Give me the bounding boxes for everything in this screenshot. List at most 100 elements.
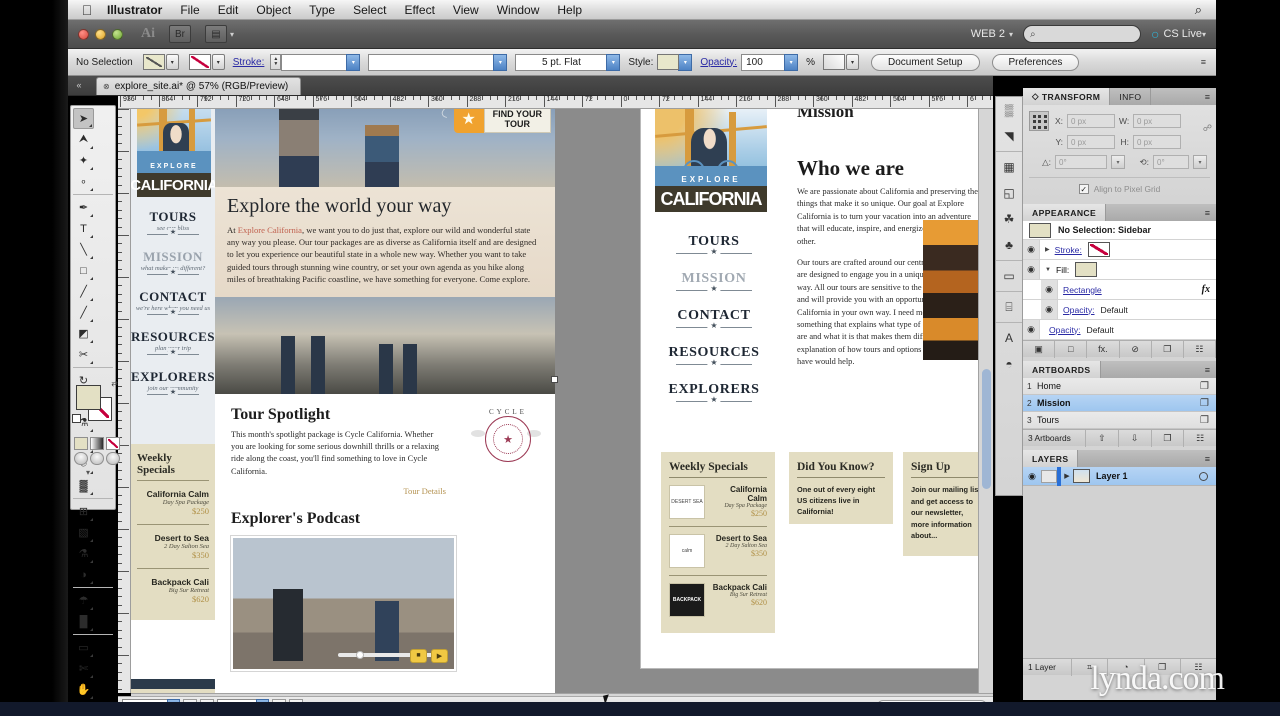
w-input[interactable]: 0 px <box>1133 114 1181 128</box>
layer-visibility-eye-icon[interactable]: ◉ <box>1023 471 1041 482</box>
artboard-page-icon[interactable]: ❐ <box>1200 415 1209 426</box>
gradient-tool[interactable]: ▧ <box>73 522 94 543</box>
nav-item-contact[interactable]: CONTACT we're here when you need us <box>131 289 215 315</box>
nav-item-mission[interactable]: MISSION <box>655 271 773 291</box>
cs-live-label[interactable]: CS Live <box>1163 28 1202 40</box>
home-special-item[interactable]: Desert to Sea 2 Day Salton Sea $350 <box>137 525 209 569</box>
symbols-icon[interactable]: ◱ <box>996 180 1022 206</box>
selection-handle[interactable] <box>551 376 558 383</box>
fill-attribute-swatch[interactable] <box>1075 262 1098 277</box>
graphic-styles-icon[interactable]: ◓ <box>996 351 1022 377</box>
visibility-eye-icon[interactable]: ◉ <box>1023 240 1040 259</box>
opacity-label[interactable]: Opacity: <box>1040 325 1081 335</box>
vertical-ruler[interactable] <box>118 109 131 693</box>
clubs-icon[interactable]: ♣ <box>996 232 1022 258</box>
symbol-sprayer-tool[interactable]: ☂ <box>73 590 94 611</box>
tab-appearance[interactable]: APPEARANCE <box>1023 204 1107 221</box>
mission-special-item[interactable]: DESERT SEA California Calm Day Spa Packa… <box>669 478 767 527</box>
mission-special-item[interactable]: calm Desert to Sea 2 Day Salton Sea $350 <box>669 527 767 576</box>
stroke-weight-input[interactable] <box>281 53 348 71</box>
visibility-eye-icon[interactable]: ◉ <box>1023 320 1040 339</box>
swatches-icon[interactable]: ▦ <box>996 154 1022 180</box>
artboard-name[interactable]: Home <box>1037 381 1061 391</box>
visibility-eye-icon[interactable]: ◉ <box>1023 260 1040 279</box>
menu-item-effect[interactable]: Effect <box>395 0 443 20</box>
rectangle-tool[interactable]: □ <box>73 260 94 281</box>
fill-chevron-down-icon[interactable]: ▾ <box>165 54 179 70</box>
gradient-button[interactable] <box>90 437 104 450</box>
tab-artboards[interactable]: ARTBOARDS <box>1023 361 1101 378</box>
direct-selection-tool[interactable]: ⮝ <box>73 129 94 150</box>
stroke-weight-stepper[interactable]: ▲ ▼ <box>270 54 282 70</box>
y-input[interactable]: 0 px <box>1067 135 1115 149</box>
reference-point-selector[interactable] <box>1029 111 1049 131</box>
stroke-weight-dropdown-icon[interactable]: ▾ <box>346 53 361 71</box>
arrange-chevron-down-icon[interactable]: ▾ <box>230 30 234 39</box>
appearance-panel-menu-icon[interactable]: ≡ <box>1205 204 1216 221</box>
workspace-switcher-label[interactable]: WEB 2 <box>971 28 1005 40</box>
workspace-chevron-down-icon[interactable]: ▾ <box>1009 30 1013 39</box>
default-fill-stroke-icon[interactable] <box>72 414 81 423</box>
artboard-tool[interactable]: ▭ <box>73 637 94 658</box>
stroke-swatch[interactable] <box>188 54 211 70</box>
tab-info[interactable]: INFO <box>1110 88 1152 105</box>
line-segment-tool[interactable]: ╲ <box>73 239 94 260</box>
fill-color-box[interactable] <box>76 385 101 410</box>
nav-item-mission[interactable]: MISSION what makes us different? <box>131 249 215 275</box>
artboard-page-icon[interactable]: ❐ <box>1200 381 1209 392</box>
perspective-grid-tool[interactable]: ▓ <box>73 475 94 496</box>
video-play-button[interactable]: ▶ <box>431 648 448 663</box>
spotlight-search-icon[interactable]: ⌕ <box>1195 2 1202 18</box>
stroke-profile-dropdown-icon[interactable]: ▾ <box>493 53 508 71</box>
new-artboard-button[interactable]: ❐ <box>1150 429 1184 447</box>
h-input[interactable]: 0 px <box>1133 135 1181 149</box>
nav-item-tours[interactable]: TOURS see our bliss <box>131 209 215 235</box>
fullscreen-mode-button[interactable] <box>106 452 120 465</box>
graphic-style-dropdown-icon[interactable]: ▾ <box>678 53 693 71</box>
arrange-documents-button[interactable]: ▤ <box>205 25 227 43</box>
align-icon[interactable]: ⌸ <box>996 294 1022 320</box>
column-graph-tool[interactable]: █ <box>73 611 94 632</box>
magic-wand-tool[interactable]: ✦ <box>73 150 94 171</box>
rotate-angle-input[interactable]: 0° <box>1055 155 1107 169</box>
close-icon[interactable]: ⊗ <box>103 82 110 91</box>
minimize-window-button[interactable] <box>95 28 106 40</box>
menu-item-illustrator[interactable]: Illustrator <box>98 0 171 20</box>
gradient-icon[interactable]: ◥ <box>996 123 1022 149</box>
artboard-name[interactable]: Mission <box>1037 398 1071 408</box>
canvas-vertical-scrollbar[interactable] <box>978 109 993 693</box>
stroke-chevron-down-icon[interactable]: ▾ <box>211 54 225 70</box>
menu-item-type[interactable]: Type <box>300 0 344 20</box>
color-button[interactable] <box>74 437 88 450</box>
layer-expand-triangle-icon[interactable]: ▶ <box>1061 472 1073 480</box>
gradient-panel-icon[interactable]: ▭ <box>996 263 1022 289</box>
opacity-input[interactable]: 100 <box>741 53 786 71</box>
x-input[interactable]: 0 px <box>1067 114 1115 128</box>
none-button[interactable] <box>106 437 120 450</box>
opacity-nested-label[interactable]: Opacity: <box>1058 305 1095 315</box>
selection-tool[interactable]: ➤ <box>73 108 94 129</box>
transparency-chevron-down-icon[interactable]: ▾ <box>846 54 859 70</box>
appearance-target-swatch[interactable] <box>1029 222 1051 238</box>
layer-name[interactable]: Layer 1 <box>1090 471 1128 481</box>
stroke-attribute-label[interactable]: Stroke: <box>1050 245 1082 255</box>
graphic-style-swatch[interactable] <box>657 54 680 70</box>
scissors-tool[interactable]: ✂ <box>73 344 94 365</box>
home-special-item[interactable]: California Calm Day Spa Package $250 <box>137 481 209 525</box>
pen-tool[interactable]: ✒ <box>73 197 94 218</box>
menu-item-select[interactable]: Select <box>344 0 395 20</box>
podcast-video-player[interactable]: ■ ▶ <box>230 534 457 672</box>
opacity-label[interactable]: Opacity: <box>700 57 737 68</box>
lock-proportions-icon[interactable]: ☍ <box>1203 123 1212 134</box>
brush-definition-input[interactable]: 5 pt. Flat <box>515 53 608 71</box>
shear-angle-chevron-down-icon[interactable]: ▾ <box>1193 155 1207 169</box>
stroke-attribute-swatch[interactable] <box>1087 242 1110 257</box>
artboard-row-tours[interactable]: 3 Tours ❐ <box>1023 412 1216 429</box>
opacity-dropdown-icon[interactable]: ▾ <box>784 53 799 71</box>
brush-definition-dropdown-icon[interactable]: ▾ <box>606 53 621 71</box>
collapsed-panel-dock[interactable]: ▒ ◥ ▦ ◱ ☘ ♣ ▭ ⌸ A ◓ <box>995 96 1023 496</box>
duplicate-item-button[interactable]: ❐ <box>1152 340 1184 358</box>
delete-item-button[interactable]: ☷ <box>1184 340 1217 358</box>
vertical-scroll-thumb[interactable] <box>982 369 991 489</box>
transparency-mask-button[interactable] <box>823 54 845 70</box>
